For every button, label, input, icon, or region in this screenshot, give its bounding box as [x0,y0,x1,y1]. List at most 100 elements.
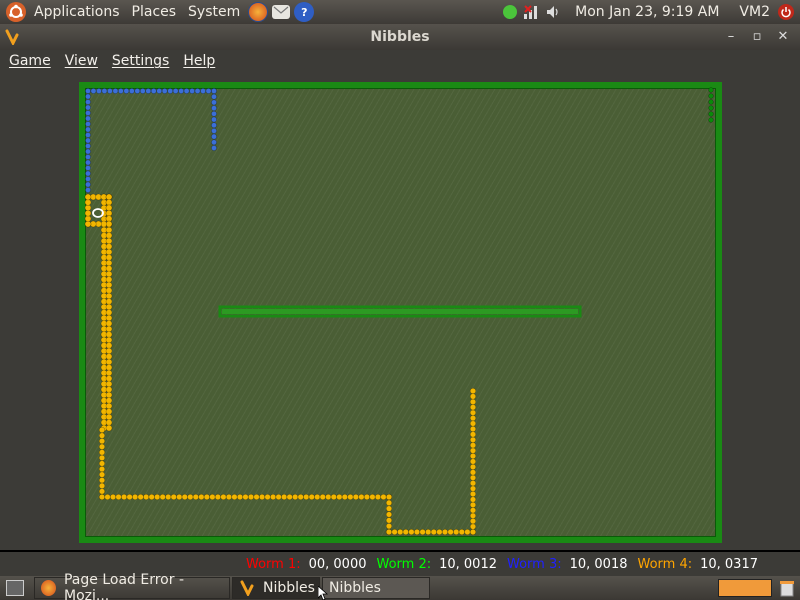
worm-3-segment [128,88,135,94]
worm-3-segment [205,88,212,94]
worm-4-segment [154,493,161,501]
taskbar-item-nibbles-2[interactable]: Nibbles [322,577,430,599]
worm-4-segment [98,443,106,450]
worm-4-segment [469,528,477,536]
worm-4-segment [469,501,477,508]
worm-4-segment [105,254,113,261]
worm-4-segment [303,493,310,501]
worm-3-segment [211,139,217,146]
worm-4-segment [105,419,113,426]
worm-3-segment [85,115,91,122]
worm-2-label: Worm 2: [376,556,432,572]
worm-3-segment [172,88,179,94]
worm-4-segment [469,415,477,422]
worm-3-segment [211,88,217,94]
worm-2-segment [708,87,714,93]
worm-2-segment [708,99,714,105]
worm-4-segment [453,528,460,536]
worm-3-segment [134,88,141,94]
worm-4-segment [385,499,393,506]
worm-4-segment [253,493,260,501]
worm-4-segment [469,442,477,449]
worm-4-segment [98,471,106,478]
worm-4-segment [275,493,282,501]
worm-4-segment [105,386,113,393]
worm-2-segment [708,93,714,99]
worm-4-segment [469,393,477,400]
worm-4-segment [385,523,393,530]
worm-4-segment [192,493,199,501]
worm-3-segment [183,88,190,94]
worm-4-segment [209,493,216,501]
worm-4-segment [120,493,128,501]
worm-4-segment [469,409,477,416]
worm-3-segment [107,88,113,94]
worm-4-segment [105,270,113,278]
worm-4-segment [336,493,343,501]
worm-4-segment [297,493,304,501]
worm-4-segment [109,493,117,501]
worm-4-segment [137,493,144,501]
worm-4-segment [469,398,477,405]
worm-4-segment [105,369,113,377]
worm-4-segment [105,292,113,300]
worm-4-segment [105,325,113,333]
worm-3-segment [85,121,91,127]
worm-4-segment [408,528,415,536]
worm-1-label: Worm 1: [246,556,301,572]
worm-4-segment [352,493,359,501]
worm-3-segment [200,88,206,94]
worm-4-segment [105,364,113,371]
taskbar-item-label: Nibbles [329,580,381,596]
worm-4-segment [187,493,194,501]
worm-4-segment [319,493,326,501]
worm-3-segment [194,88,201,94]
worm-4-segment [198,493,205,501]
worm-4-segment [105,402,113,410]
worm-4-segment [105,243,113,250]
worm-4-segment [391,528,398,536]
worm-4-segment [469,431,477,438]
worm-4-segment [105,199,113,206]
worm-4-segment [385,517,393,524]
worm-4-segment [105,298,113,305]
taskbar-item-nibbles[interactable]: Nibbles [232,577,320,599]
worm-4-segment [469,507,477,514]
worm-4-segment [98,449,106,456]
worm-4-segment [258,493,266,501]
worm-3-segment [112,88,119,94]
worm-4-segment [425,528,432,536]
worm-4-segment [402,528,409,536]
workspace-switcher[interactable] [718,579,772,597]
taskbar-item-firefox[interactable]: Page Load Error - Mozi... [34,572,230,600]
worm-3-segment [189,88,195,94]
worm-4-segment [469,463,477,471]
worm-3-segment [211,122,217,129]
worm-4-segment [281,493,288,501]
worm-4-segment [308,493,315,501]
worm-3-segment [85,104,91,111]
worm-4-segment [469,485,477,492]
worm-4-score: Worm 4: 10, 0317 [638,557,759,572]
worm-4-segment [330,493,337,501]
worm-4-segment [176,493,183,501]
worm-4-segment [105,237,113,245]
worm-4-segment [464,528,471,536]
trash-icon[interactable] [778,579,796,597]
worm-3-segment [85,165,91,171]
worm-3-segment [101,88,108,94]
worm-2-segment [708,105,714,111]
worm-3-segment [85,170,91,177]
mouse-cursor-icon [317,585,329,600]
worm-2-value: 10, 0012 [439,556,497,572]
worm-3-segment [85,99,91,105]
worm-3-segment [211,145,217,151]
show-desktop-icon[interactable] [6,580,24,596]
worm-4-segment [242,493,249,501]
worm-4-segment [105,408,113,415]
worm-4-segment [84,215,92,222]
worm-4-segment [105,347,113,355]
game-board [84,87,714,536]
worm-4-value: 10, 0317 [700,556,758,572]
taskbar-item-label: Nibbles [263,580,315,596]
